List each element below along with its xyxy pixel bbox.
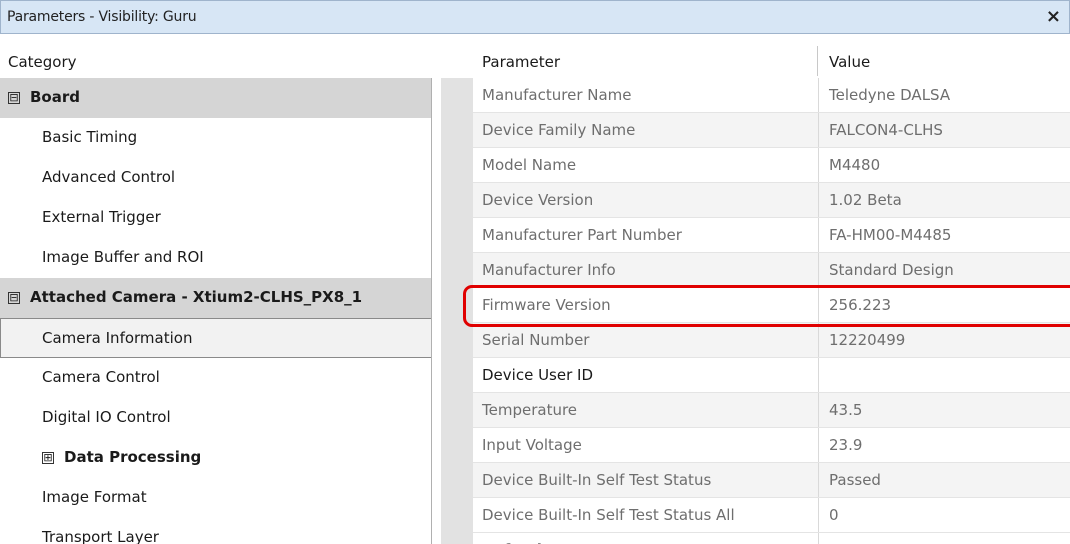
close-icon[interactable]: × [1046,6,1061,27]
table-row-firmware-version[interactable]: Firmware Version 256.223 [473,288,1070,323]
expand-icon[interactable]: ⊞ [42,452,54,464]
category-label: Camera Information [42,329,193,347]
collapse-icon[interactable]: ⊟ [8,292,20,304]
value-column-header[interactable]: Value [819,46,1070,76]
parameter-column-header[interactable]: Parameter [472,46,818,76]
category-label: Board [30,88,80,106]
collapse-icon[interactable]: ⊟ [8,92,20,104]
category-label: Advanced Control [42,168,176,186]
table-row[interactable]: Device Built-In Self Test Status Passed [473,463,1070,498]
parameter-value: FA-HM00-M4485 [829,226,952,244]
grid-row-gutter [441,78,473,544]
category-item-camera-information[interactable]: Camera Information [0,318,431,358]
parameter-name: Device Version [473,183,819,217]
category-label: External Trigger [42,208,161,226]
parameter-name: Temperature [473,393,819,427]
parameter-value: M4480 [829,156,881,174]
table-row[interactable]: Serial Number 12220499 [473,323,1070,358]
parameter-grid: Manufacturer Name Teledyne DALSA Device … [473,78,1070,544]
parameter-name: Manufacturer Part Number [473,218,819,252]
parameter-name: Refresh BIST [473,533,819,544]
table-row[interactable]: Manufacturer Name Teledyne DALSA [473,78,1070,113]
category-item-advanced-control[interactable]: Advanced Control [0,158,431,198]
category-group-board[interactable]: ⊟ Board [0,78,431,118]
parameter-name: Manufacturer Info [473,253,819,287]
category-group-attached-camera[interactable]: ⊟ Attached Camera - Xtium2-CLHS_PX8_1 [0,278,431,318]
table-row[interactable]: Device User ID [473,358,1070,393]
parameter-name: Serial Number [473,323,819,357]
parameter-name: Firmware Version [473,288,819,322]
parameter-value: 43.5 [829,401,863,419]
refresh-bist-button[interactable]: Press... [820,533,1070,544]
parameter-name: Input Voltage [473,428,819,462]
category-label: Attached Camera - Xtium2-CLHS_PX8_1 [30,288,363,306]
category-column-header: Category [8,53,77,71]
table-row[interactable]: Model Name M4480 [473,148,1070,183]
parameter-name: Manufacturer Name [473,78,819,112]
category-item-image-buffer[interactable]: Image Buffer and ROI [0,238,431,278]
parameter-value: FALCON4-CLHS [829,121,943,139]
parameter-value: 256.223 [829,296,892,314]
table-row[interactable]: Device Family Name FALCON4-CLHS [473,113,1070,148]
table-row[interactable]: Refresh BIST Press... [473,533,1070,544]
parameter-value: 23.9 [829,436,863,454]
category-tree: ⊟ Board Basic Timing Advanced Control Ext… [0,78,432,544]
table-row[interactable]: Temperature 43.5 [473,393,1070,428]
parameter-value-input[interactable] [820,358,1070,392]
parameter-value: 12220499 [829,331,906,349]
window-titlebar: Parameters - Visibility: Guru × [0,0,1070,34]
parameter-name: Model Name [473,148,819,182]
category-label: Transport Layer [42,528,159,544]
category-label: Image Format [42,488,147,506]
table-row[interactable]: Device Built-In Self Test Status All 0 [473,498,1070,533]
table-row[interactable]: Device Version 1.02 Beta [473,183,1070,218]
category-subgroup-data-processing[interactable]: ⊞ Data Processing [0,438,431,478]
category-item-digital-io-control[interactable]: Digital IO Control [0,398,431,438]
category-item-external-trigger[interactable]: External Trigger [0,198,431,238]
category-label: Basic Timing [42,128,138,146]
parameter-value: Passed [829,471,881,489]
parameter-value: Teledyne DALSA [829,86,951,104]
category-label: Digital IO Control [42,408,171,426]
category-item-basic-timing[interactable]: Basic Timing [0,118,431,158]
table-row[interactable]: Input Voltage 23.9 [473,428,1070,463]
parameter-name: Device User ID [473,358,819,392]
category-label: Data Processing [64,448,202,466]
parameter-value: Standard Design [829,261,954,279]
table-row[interactable]: Manufacturer Info Standard Design [473,253,1070,288]
category-item-camera-control[interactable]: Camera Control [0,358,431,398]
parameter-value: 0 [829,506,839,524]
parameter-name: Device Built-In Self Test Status All [473,498,819,532]
category-label: Image Buffer and ROI [42,248,204,266]
parameter-name: Device Built-In Self Test Status [473,463,819,497]
table-row[interactable]: Manufacturer Part Number FA-HM00-M4485 [473,218,1070,253]
category-label: Camera Control [42,368,160,386]
category-item-image-format[interactable]: Image Format [0,478,431,518]
parameter-value: 1.02 Beta [829,191,902,209]
window-title: Parameters - Visibility: Guru [7,9,197,25]
parameter-name: Device Family Name [473,113,819,147]
category-item-transport-layer[interactable]: Transport Layer [0,518,431,544]
